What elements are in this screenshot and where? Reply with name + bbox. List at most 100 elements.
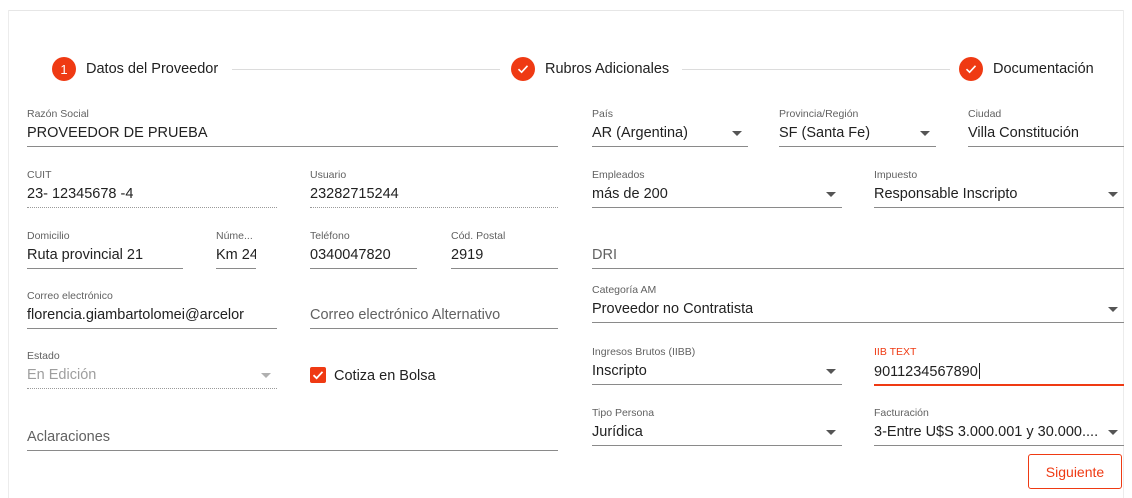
pais-value: AR (Argentina) (592, 125, 688, 141)
provincia-value: SF (Santa Fe) (779, 125, 871, 141)
field-underline (27, 328, 277, 329)
step-number-1: 1 (52, 57, 76, 81)
field-underline (592, 322, 1124, 323)
iib-text-field[interactable]: IIB TEXT 9011234567890 (874, 346, 1124, 386)
field-label: Estado (27, 350, 60, 362)
razon-social-field[interactable]: Razón Social PROVEEDOR DE PRUEBA (27, 108, 558, 148)
field-label: Teléfono (310, 230, 350, 242)
usuario-field[interactable]: Usuario 23282715244 (310, 169, 558, 209)
chevron-down-icon (732, 131, 742, 136)
field-underline (874, 445, 1124, 446)
razon-social-value: PROVEEDOR DE PRUEBA (27, 125, 208, 141)
cod-postal-value: 2919 (451, 247, 484, 263)
field-underline (874, 207, 1124, 208)
empleados-value: más de 200 (592, 186, 668, 202)
field-underline (216, 268, 256, 269)
field-underline (592, 146, 748, 147)
numero-value: Km 24 (216, 247, 256, 263)
tipo-persona-select[interactable]: Tipo Persona Jurídica (592, 407, 842, 447)
iibb-select[interactable]: Ingresos Brutos (IIBB) Inscripto (592, 346, 842, 386)
field-label: Facturación (874, 407, 929, 419)
iibb-value: Inscripto (592, 363, 647, 379)
chevron-down-icon (920, 131, 930, 136)
provincia-select[interactable]: Provincia/Región SF (Santa Fe) (779, 108, 936, 148)
correo-field[interactable]: Correo electrónico florencia.giambartolo… (27, 290, 277, 330)
field-underline (451, 268, 558, 269)
step-datos-proveedor[interactable]: 1 Datos del Proveedor (52, 56, 218, 82)
chevron-down-icon (826, 369, 836, 374)
field-label: Provincia/Región (779, 108, 859, 120)
field-label: Empleados (592, 169, 645, 181)
field-label: CUIT (27, 169, 52, 181)
field-label: IIB TEXT (874, 346, 917, 358)
field-underline (27, 207, 277, 208)
cuit-field[interactable]: CUIT 23- 12345678 -4 (27, 169, 277, 209)
dri-field[interactable]: DRI (592, 230, 1124, 270)
step-connector (232, 69, 500, 70)
chevron-down-icon (1108, 307, 1118, 312)
chevron-down-icon (826, 192, 836, 197)
check-icon (959, 57, 983, 81)
iib-text-value-text: 9011234567890 (874, 364, 978, 380)
step-connector (682, 69, 950, 70)
domicilio-value: Ruta provincial 21 (27, 247, 144, 263)
field-label: Tipo Persona (592, 407, 655, 419)
pais-select[interactable]: País AR (Argentina) (592, 108, 748, 148)
numero-field[interactable]: Núme... Km 24 (216, 230, 256, 270)
field-label: Domicilio (27, 230, 70, 242)
step-rubros-adicionales[interactable]: Rubros Adicionales (511, 56, 669, 82)
step-label: Rubros Adicionales (545, 61, 670, 77)
correo-alternativo-field[interactable]: Correo electrónico Alternativo (310, 290, 558, 330)
dri-placeholder: DRI (592, 247, 617, 263)
field-underline (27, 450, 558, 451)
field-label: País (592, 108, 614, 120)
domicilio-field[interactable]: Domicilio Ruta provincial 21 (27, 230, 183, 270)
impuesto-select[interactable]: Impuesto Responsable Inscripto (874, 169, 1124, 209)
field-underline (968, 146, 1124, 147)
field-underline (27, 146, 558, 147)
field-underline (310, 207, 558, 208)
correo-value: florencia.giambartolomei@arcelor (27, 307, 245, 323)
cotiza-en-bolsa-checkbox[interactable] (310, 367, 326, 383)
card-top-border (8, 10, 1124, 11)
siguiente-button[interactable]: Siguiente (1028, 454, 1122, 489)
step-documentacion[interactable]: Documentación (959, 56, 1094, 82)
field-label: Razón Social (27, 108, 89, 120)
estado-select[interactable]: Estado En Edición (27, 350, 277, 390)
empleados-select[interactable]: Empleados más de 200 (592, 169, 842, 209)
categoria-am-select[interactable]: Categoría AM Proveedor no Contratista (592, 284, 1124, 324)
text-cursor (978, 363, 980, 379)
iib-text-value: 9011234567890 (874, 363, 980, 380)
aclaraciones-field[interactable]: Aclaraciones (27, 412, 558, 452)
cotiza-en-bolsa-label[interactable]: Cotiza en Bolsa (334, 368, 436, 384)
chevron-down-icon (826, 430, 836, 435)
categoria-am-value: Proveedor no Contratista (592, 301, 754, 317)
chevron-down-icon (261, 373, 271, 378)
field-label: Ingresos Brutos (IIBB) (592, 346, 696, 358)
check-icon (312, 371, 324, 380)
check-icon (511, 57, 535, 81)
card-left-border (8, 10, 9, 498)
field-underline (310, 328, 558, 329)
usuario-value: 23282715244 (310, 186, 399, 202)
tipo-persona-value: Jurídica (592, 424, 643, 440)
field-label: Ciudad (968, 108, 1002, 120)
field-label: Usuario (310, 169, 347, 181)
correo-alternativo-placeholder: Correo electrónico Alternativo (310, 307, 501, 323)
field-underline (779, 146, 936, 147)
cod-postal-field[interactable]: Cód. Postal 2919 (451, 230, 558, 270)
field-label: Impuesto (874, 169, 918, 181)
ciudad-value: Villa Constitución (968, 125, 1079, 141)
facturacion-select[interactable]: Facturación 3-Entre U$S 3.000.001 y 30.0… (874, 407, 1124, 447)
chevron-down-icon (1108, 430, 1118, 435)
estado-value: En Edición (27, 367, 97, 383)
facturacion-value: 3-Entre U$S 3.000.001 y 30.000.... (874, 424, 1099, 440)
field-underline (592, 268, 1124, 269)
telefono-field[interactable]: Teléfono 0340047820 (310, 230, 417, 270)
ciudad-field[interactable]: Ciudad Villa Constitución (968, 108, 1124, 148)
field-label: Correo electrónico (27, 290, 113, 302)
field-underline (310, 268, 417, 269)
field-underline (27, 268, 183, 269)
field-underline-focused (874, 384, 1124, 386)
chevron-down-icon (1108, 192, 1118, 197)
